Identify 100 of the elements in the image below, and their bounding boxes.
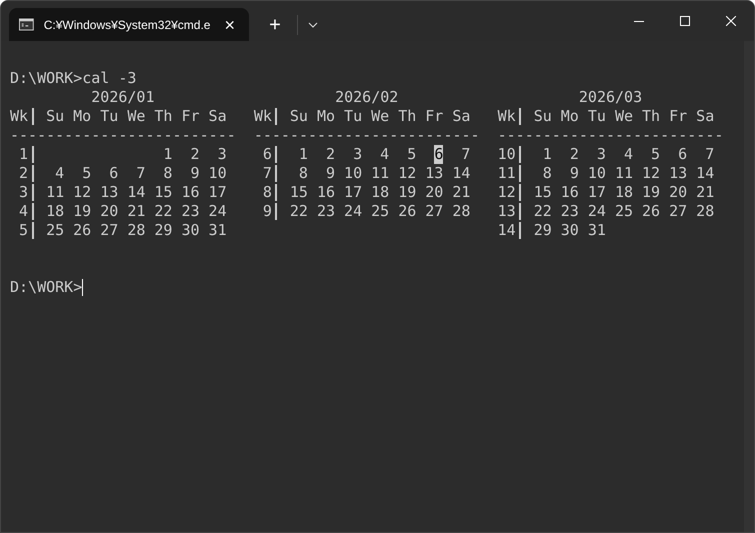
day-number: 11 — [371, 164, 390, 183]
day-number: 27 — [425, 202, 444, 221]
maximize-icon — [680, 16, 690, 26]
weekday-header: Mo — [73, 107, 92, 126]
weekday-header: Sa — [696, 107, 714, 126]
day-number: 16 — [181, 183, 200, 202]
separator-bar — [32, 165, 34, 182]
weekday-header: We — [614, 107, 633, 126]
day-number: 31 — [588, 221, 606, 240]
week-number: 5 — [19, 221, 28, 240]
weekday-header: Th — [642, 107, 660, 126]
day-number: 30 — [560, 221, 579, 240]
day-number: 22 — [534, 202, 552, 221]
day-number: 19 — [73, 202, 92, 221]
dropdown-caret-icon[interactable] — [308, 22, 318, 28]
day-number: 6 — [434, 145, 444, 164]
day-number: 31 — [208, 221, 227, 240]
day-number: 18 — [614, 183, 633, 202]
month-title: 2026/01 — [91, 88, 154, 107]
day-number: 9 — [190, 164, 200, 183]
day-number: 22 — [290, 202, 308, 221]
week-number: 12 — [498, 183, 516, 202]
day-number: 19 — [398, 183, 416, 202]
day-number: 21 — [696, 183, 714, 202]
day-number: 4 — [380, 145, 390, 164]
weekday-header: Th — [154, 107, 172, 126]
day-number: 15 — [154, 183, 172, 202]
day-number: 18 — [371, 183, 390, 202]
day-number: 3 — [596, 145, 606, 164]
weekday-header: Th — [398, 107, 416, 126]
week-number: 4 — [19, 202, 28, 221]
day-number: 1 — [542, 145, 552, 164]
weekday-header: Sa — [452, 107, 470, 126]
separator-bar — [519, 165, 522, 182]
week-header: Wk — [10, 107, 28, 126]
day-number: 9 — [326, 164, 336, 183]
day-number: 27 — [100, 221, 118, 240]
weekday-header: Tu — [100, 107, 118, 126]
day-number: 8 — [298, 164, 308, 183]
day-number: 3 — [218, 145, 227, 164]
day-number: 14 — [127, 183, 146, 202]
day-number: 25 — [371, 202, 390, 221]
day-number: 26 — [642, 202, 660, 221]
weekday-header: Mo — [316, 107, 336, 126]
day-number: 7 — [705, 145, 714, 164]
day-number: 10 — [344, 164, 362, 183]
new-tab-button[interactable]: + — [263, 14, 287, 34]
separator-bar — [275, 146, 278, 163]
close-tab-button[interactable]: × — [220, 16, 239, 34]
day-number: 12 — [398, 164, 416, 183]
week-header: Wk — [498, 107, 516, 126]
day-number: 7 — [461, 145, 470, 164]
day-number: 15 — [290, 183, 308, 202]
rule-line: ------------------------- — [254, 126, 480, 145]
week-number: 9 — [262, 202, 272, 221]
day-number: 17 — [588, 183, 606, 202]
day-number: 5 — [407, 145, 416, 164]
separator-bar — [519, 146, 522, 163]
weekday-header: Tu — [344, 107, 362, 126]
day-number: 21 — [127, 202, 146, 221]
separator-bar — [275, 184, 278, 201]
weekday-header: We — [371, 107, 390, 126]
weekday-header: Su — [46, 107, 64, 126]
rule-line: ------------------------- — [498, 126, 724, 145]
week-number: 6 — [262, 145, 272, 164]
day-number: 2 — [326, 145, 336, 164]
day-number: 10 — [588, 164, 606, 183]
month-title: 2026/03 — [578, 88, 642, 107]
weekday-header: Sa — [208, 107, 227, 126]
day-number: 14 — [452, 164, 470, 183]
terminal-icon — [19, 18, 34, 31]
day-number: 22 — [154, 202, 172, 221]
tab-title: C:¥Windows¥System32¥cmd.e — [44, 16, 210, 34]
day-number: 4 — [624, 145, 633, 164]
week-number: 7 — [262, 164, 272, 183]
day-number: 18 — [46, 202, 64, 221]
day-number: 1 — [163, 145, 172, 164]
day-number: 5 — [82, 164, 92, 183]
day-number: 13 — [100, 183, 118, 202]
day-number: 24 — [344, 202, 362, 221]
day-number: 5 — [651, 145, 660, 164]
weekday-header: Tu — [588, 107, 606, 126]
week-number: 1 — [19, 145, 28, 164]
weekday-header: Fr — [181, 107, 200, 126]
tab[interactable]: C:¥Windows¥System32¥cmd.e × — [9, 8, 249, 41]
week-number: 8 — [262, 183, 272, 202]
day-number: 25 — [46, 221, 64, 240]
day-number: 23 — [560, 202, 579, 221]
day-number: 20 — [669, 183, 688, 202]
close-icon — [726, 16, 736, 26]
weekday-header: Su — [290, 107, 308, 126]
weekday-header: Su — [534, 107, 552, 126]
separator-bar — [275, 165, 278, 182]
day-number: 30 — [181, 221, 200, 240]
day-number: 21 — [452, 183, 470, 202]
month-title: 2026/02 — [335, 88, 398, 107]
week-number: 3 — [19, 183, 28, 202]
week-number: 11 — [498, 164, 516, 183]
week-number: 10 — [498, 145, 516, 164]
day-number: 26 — [398, 202, 416, 221]
